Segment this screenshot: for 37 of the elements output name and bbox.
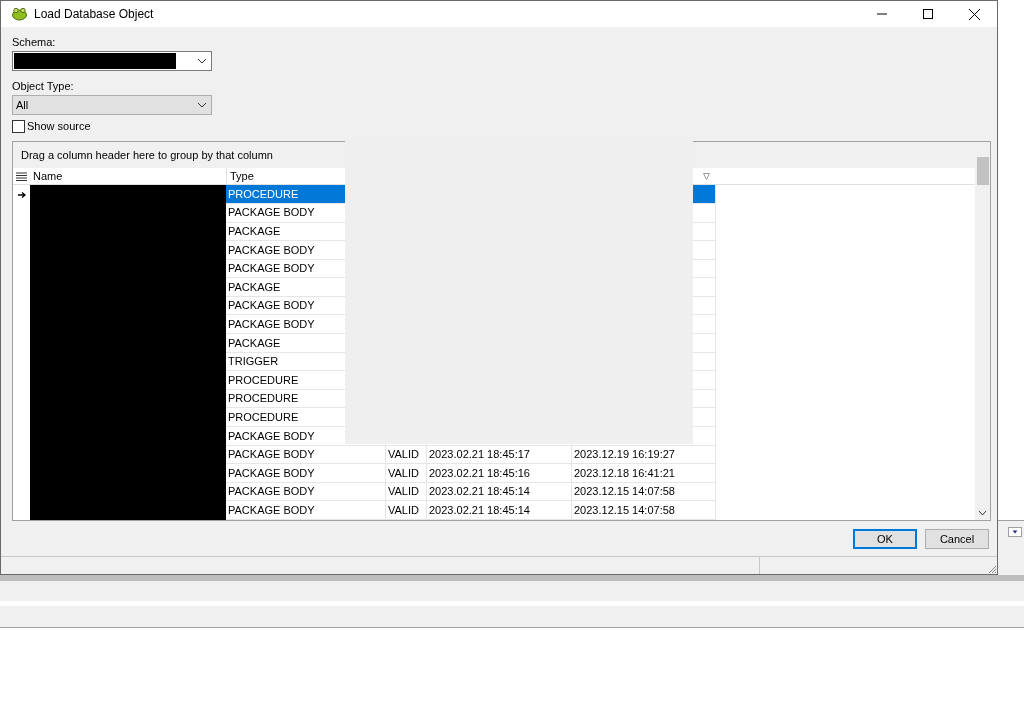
vertical-scrollbar[interactable] xyxy=(975,142,990,520)
show-source-label: Show source xyxy=(27,118,91,134)
chevron-down-icon xyxy=(197,102,207,108)
object-type-dropdown[interactable]: All xyxy=(12,95,212,115)
schema-dropdown[interactable] xyxy=(12,51,212,71)
table-cell: 2023.12.18 16:41:21 xyxy=(572,464,716,483)
group-by-hint: Drag a column header here to group by that column xyxy=(21,147,273,163)
table-cell: 2023.02.21 18:45:16 xyxy=(427,464,572,483)
window-title: Load Database Object xyxy=(34,6,154,23)
chevron-down-icon[interactable] xyxy=(978,510,987,516)
object-type-label: Object Type: xyxy=(12,79,75,92)
table-cell: 2023.02.21 18:45:14 xyxy=(427,501,572,520)
scrollbar-thumb[interactable] xyxy=(976,157,989,185)
table-cell: VALID xyxy=(386,482,427,502)
resize-grip-icon[interactable] xyxy=(987,564,997,574)
table-cell: PACKAGE BODY xyxy=(226,501,386,520)
table-cell: 2023.02.21 18:45:17 xyxy=(427,445,572,465)
table-cell: VALID xyxy=(386,464,427,483)
arrow-right-icon xyxy=(17,191,26,198)
table-cell: PACKAGE BODY xyxy=(226,464,386,483)
frog-icon xyxy=(11,7,28,21)
ok-button[interactable]: OK xyxy=(853,529,917,549)
table-cell: 2023.02.21 18:45:14 xyxy=(427,482,572,502)
table-cell: 2023.12.19 16:19:27 xyxy=(572,445,716,465)
show-source-checkbox[interactable] xyxy=(12,119,25,133)
list-icon[interactable] xyxy=(16,171,27,181)
table-cell: 2023.12.15 14:07:58 xyxy=(572,501,716,520)
maximize-icon xyxy=(923,9,933,19)
chevron-down-icon xyxy=(197,58,207,64)
table-cell: VALID xyxy=(386,501,427,520)
table-cell: 2023.12.15 14:07:58 xyxy=(572,482,716,502)
filter-icon[interactable] xyxy=(703,172,710,180)
cancel-button[interactable]: Cancel xyxy=(925,529,989,549)
schema-label: Schema: xyxy=(12,35,57,48)
table-cell: VALID xyxy=(386,445,427,465)
close-icon xyxy=(968,8,980,20)
column-header[interactable]: Name xyxy=(30,168,226,185)
